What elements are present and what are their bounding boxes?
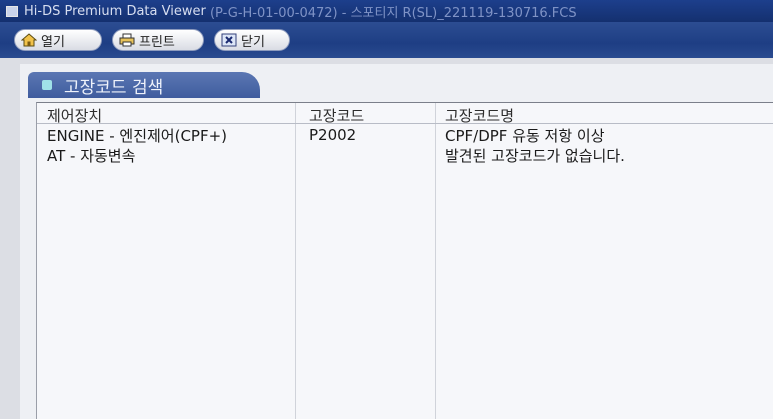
print-button-label: 프린트 (139, 34, 175, 50)
open-button[interactable]: 열기 (14, 29, 102, 51)
cell-controller: AT - 자동변속 (47, 146, 136, 165)
main-panel: 고장코드 검색 제어장치 고장코드 고장코드명 ENGINE - 엔진제어(CP… (20, 64, 773, 419)
cell-dtc-code: P2002 (309, 126, 357, 144)
table-row[interactable]: ENGINE - 엔진제어(CPF+) P2002 CPF/DPF 유동 저항 … (37, 125, 773, 145)
open-button-label: 열기 (41, 34, 65, 50)
column-divider (435, 103, 436, 419)
title-bar: Hi-DS Premium Data Viewer (P-G-H-01-00-0… (0, 0, 773, 22)
close-icon (221, 33, 237, 47)
print-button[interactable]: 프린트 (112, 29, 204, 51)
cell-dtc-name: CPF/DPF 유동 저항 이상 (445, 126, 605, 145)
column-divider (295, 103, 296, 419)
table-row[interactable]: AT - 자동변속 발견된 고장코드가 없습니다. (37, 145, 773, 165)
table-header: 제어장치 고장코드 고장코드명 (37, 105, 773, 125)
section-title: 고장코드 검색 (64, 77, 164, 98)
cell-controller: ENGINE - 엔진제어(CPF+) (47, 126, 228, 145)
app-icon (6, 5, 18, 17)
bullet-icon (42, 80, 52, 90)
section-tab: 고장코드 검색 (28, 72, 260, 98)
toolbar: 열기 프린트 닫기 (0, 22, 773, 58)
printer-icon (119, 33, 135, 47)
home-icon (20, 33, 38, 47)
window-title-app: Hi-DS Premium Data Viewer (24, 3, 206, 19)
close-button-label: 닫기 (241, 34, 265, 50)
dtc-table: 제어장치 고장코드 고장코드명 ENGINE - 엔진제어(CPF+) P200… (36, 102, 773, 419)
header-divider (37, 123, 773, 124)
window-title-file: (P-G-H-01-00-0472) - 스포티지 R(SL)_221119-1… (209, 5, 577, 21)
close-button[interactable]: 닫기 (214, 29, 290, 51)
cell-dtc-name: 발견된 고장코드가 없습니다. (445, 146, 625, 165)
